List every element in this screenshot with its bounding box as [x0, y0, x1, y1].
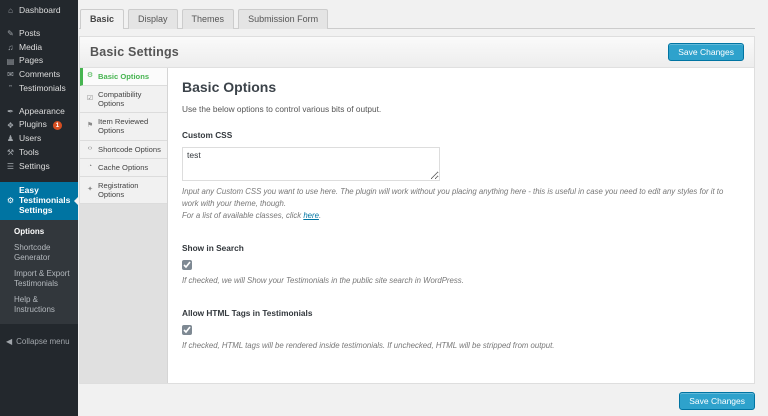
custom-css-label: Custom CSS — [182, 130, 740, 140]
panel-body: ⚙ Basic Options ☑ Compatibility Options … — [80, 68, 754, 383]
options-nav-label: Compatibility Options — [98, 90, 163, 108]
tab-basic[interactable]: Basic — [80, 9, 124, 29]
collapse-menu-label: Collapse menu — [16, 337, 69, 346]
plugins-icon: ❖ — [6, 121, 15, 130]
sidebar-item-settings[interactable]: ☰ Settings — [0, 160, 78, 174]
options-nav-label: Cache Options — [98, 163, 148, 172]
sidebar-item-label: Dashboard — [19, 6, 61, 16]
tag-icon: ⚑ — [86, 122, 94, 130]
submenu-item-options[interactable]: Options — [0, 224, 78, 240]
sidebar-item-testimonials[interactable]: ” Testimonials — [0, 82, 78, 96]
save-changes-button-bottom[interactable]: Save Changes — [679, 392, 755, 410]
options-nav-basic[interactable]: ⚙ Basic Options — [80, 68, 167, 86]
sidebar-item-label: Users — [19, 134, 41, 144]
sidebar-item-plugins[interactable]: ❖ Plugins 1 — [0, 118, 78, 132]
options-nav-label: Shortcode Options — [98, 145, 161, 154]
options-content: Basic Options Use the below options to c… — [168, 68, 754, 383]
sidebar-item-pages[interactable]: ▤ Pages — [0, 54, 78, 68]
custom-css-textarea[interactable]: test — [182, 147, 440, 181]
posts-icon: ✎ — [6, 29, 15, 38]
sidebar-item-label: Media — [19, 43, 42, 53]
custom-css-description-line1: Input any Custom CSS you want to use her… — [182, 187, 723, 208]
media-icon: ♫ — [6, 43, 15, 52]
sidebar-item-label: Settings — [19, 162, 50, 172]
testimonials-icon: ” — [6, 84, 15, 93]
allow-html-section: Allow HTML Tags in Testimonials If check… — [182, 308, 740, 352]
settings-tab-bar: Basic Display Themes Submission Form — [79, 8, 755, 29]
main-content-area: Basic Display Themes Submission Form Bas… — [78, 0, 768, 416]
sidebar-item-media[interactable]: ♫ Media — [0, 41, 78, 55]
collapse-menu-button[interactable]: ◀ Collapse menu — [0, 332, 78, 351]
allow-html-description: If checked, HTML tags will be rendered i… — [182, 340, 727, 352]
gear-icon: ⚙ — [6, 196, 15, 205]
submenu-item-shortcode-generator[interactable]: Shortcode Generator — [0, 240, 78, 266]
wp-admin-menu: ⌂ Dashboard ✎ Posts ♫ Media ▤ Pages ✉ Co… — [0, 0, 78, 351]
appearance-icon: ✒ — [6, 107, 15, 116]
section-intro: Use the below options to control various… — [182, 104, 740, 114]
sidebar-item-users[interactable]: ♟ Users — [0, 132, 78, 146]
section-heading: Basic Options — [182, 79, 740, 95]
options-nav-label: Basic Options — [98, 72, 149, 81]
custom-css-description-period: . — [319, 211, 321, 220]
sidebar-item-comments[interactable]: ✉ Comments — [0, 68, 78, 82]
footer-actions: Save Changes — [79, 384, 755, 410]
options-nav-cache[interactable]: ◔ Cache Options — [80, 159, 167, 177]
plugins-update-badge: 1 — [53, 121, 62, 130]
show-in-search-section: Show in Search If checked, we will Show … — [182, 243, 740, 287]
options-nav-label: Registration Options — [98, 181, 163, 199]
sidebar-item-easy-testimonials-settings[interactable]: ⚙ Easy Testimonials Settings — [0, 182, 78, 219]
page-title: Basic Settings — [90, 45, 179, 59]
sidebar-item-dashboard[interactable]: ⌂ Dashboard — [0, 4, 78, 18]
submenu-item-import-export[interactable]: Import & Export Testimonials — [0, 266, 78, 292]
show-in-search-label: Show in Search — [182, 243, 740, 253]
custom-css-description-line2: For a list of available classes, click — [182, 211, 303, 220]
sidebar-item-label: Easy Testimonials Settings — [19, 186, 74, 215]
checkbox-icon: ☑ — [86, 95, 94, 103]
collapse-arrow-icon: ◀ — [6, 337, 12, 346]
custom-css-description: Input any Custom CSS you want to use her… — [182, 186, 727, 222]
sidebar-item-label: Pages — [19, 56, 43, 66]
tab-themes[interactable]: Themes — [182, 9, 235, 29]
wp-admin-sidebar: ⌂ Dashboard ✎ Posts ♫ Media ▤ Pages ✉ Co… — [0, 0, 78, 416]
settings-icon: ☰ — [6, 162, 15, 171]
settings-panel: Basic Settings Save Changes ⚙ Basic Opti… — [79, 36, 755, 384]
code-icon: ‹› — [86, 145, 94, 153]
gear-icon: ⚙ — [86, 72, 94, 80]
sidebar-item-label: Tools — [19, 148, 39, 158]
options-nav-item-reviewed[interactable]: ⚑ Item Reviewed Options — [80, 113, 167, 140]
options-nav-registration[interactable]: ✦ Registration Options — [80, 177, 167, 204]
allow-html-label: Allow HTML Tags in Testimonials — [182, 308, 740, 318]
pages-icon: ▤ — [6, 57, 15, 66]
users-icon: ♟ — [6, 134, 15, 143]
tools-icon: ⚒ — [6, 148, 15, 157]
sidebar-item-appearance[interactable]: ✒ Appearance — [0, 105, 78, 119]
options-nav-shortcode[interactable]: ‹› Shortcode Options — [80, 141, 167, 159]
classes-list-link[interactable]: here — [303, 211, 319, 220]
options-nav: ⚙ Basic Options ☑ Compatibility Options … — [80, 68, 168, 383]
submenu-item-help-instructions[interactable]: Help & Instructions — [0, 292, 78, 318]
tab-submission-form[interactable]: Submission Form — [238, 9, 328, 29]
show-in-search-description: If checked, we will Show your Testimonia… — [182, 275, 727, 287]
options-nav-label: Item Reviewed Options — [98, 117, 163, 135]
sidebar-item-label: Testimonials — [19, 84, 66, 94]
sidebar-item-label: Comments — [19, 70, 60, 80]
options-nav-compatibility[interactable]: ☑ Compatibility Options — [80, 86, 167, 113]
tab-display[interactable]: Display — [128, 9, 178, 29]
allow-html-checkbox[interactable] — [182, 325, 192, 335]
gauge-icon: ◔ — [86, 163, 94, 171]
easy-testimonials-submenu: Options Shortcode Generator Import & Exp… — [0, 220, 78, 324]
comments-icon: ✉ — [6, 70, 15, 79]
show-in-search-checkbox[interactable] — [182, 260, 192, 270]
sidebar-item-label: Plugins — [19, 120, 47, 130]
save-changes-button-top[interactable]: Save Changes — [668, 43, 744, 61]
panel-header: Basic Settings Save Changes — [80, 37, 754, 68]
sidebar-item-posts[interactable]: ✎ Posts — [0, 27, 78, 41]
sidebar-item-tools[interactable]: ⚒ Tools — [0, 146, 78, 160]
sidebar-item-label: Appearance — [19, 107, 65, 117]
key-icon: ✦ — [86, 186, 94, 194]
dashboard-icon: ⌂ — [6, 6, 15, 15]
sidebar-item-label: Posts — [19, 29, 40, 39]
